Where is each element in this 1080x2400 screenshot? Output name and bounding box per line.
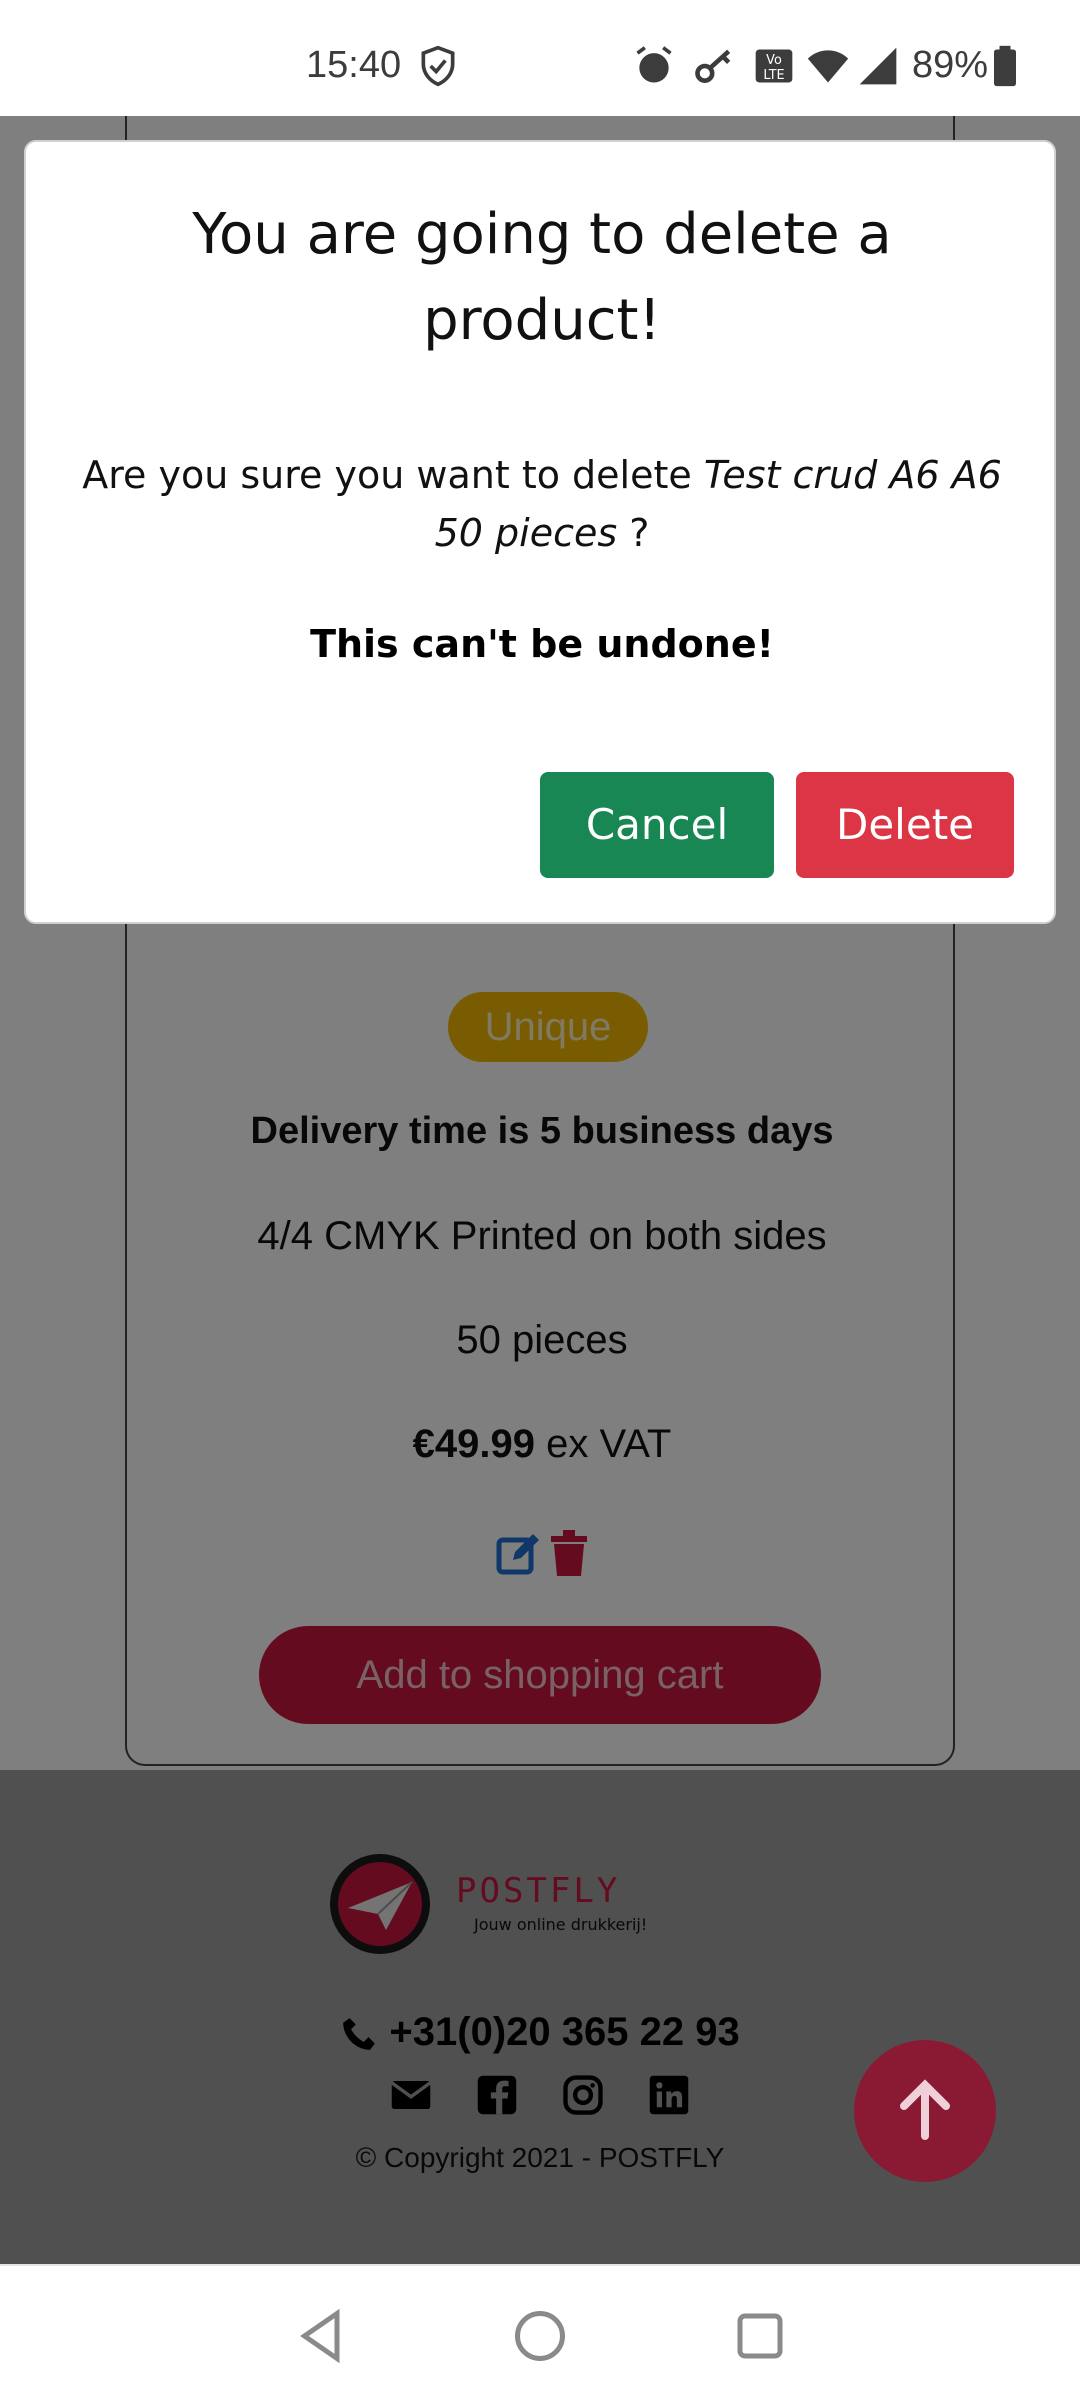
- delete-button[interactable]: Delete: [796, 772, 1014, 878]
- modal-body: Are you sure you want to delete Test cru…: [56, 446, 1028, 562]
- recents-icon[interactable]: [730, 2306, 790, 2366]
- svg-text:LTE: LTE: [763, 68, 784, 83]
- status-bar: 15:40 Vo LTE 89%: [0, 0, 1080, 116]
- modal-body-suffix: ?: [617, 511, 650, 555]
- modal-warning: This can't be undone!: [310, 622, 774, 666]
- battery-percent: 89%: [912, 44, 989, 86]
- key-icon: [692, 44, 736, 88]
- system-nav-bar: [0, 2264, 1080, 2400]
- svg-text:Vo: Vo: [766, 53, 782, 68]
- shield-check-icon: [416, 44, 460, 88]
- cancel-button[interactable]: Cancel: [540, 772, 774, 878]
- delete-confirm-modal: You are going to delete a product! Are y…: [24, 140, 1056, 924]
- modal-body-prefix: Are you sure you want to delete: [82, 453, 704, 497]
- modal-title: You are going to delete a product!: [192, 202, 892, 353]
- status-time: 15:40: [306, 44, 402, 86]
- arrow-up-icon: [900, 2079, 950, 2140]
- home-icon[interactable]: [510, 2306, 570, 2366]
- back-icon[interactable]: [292, 2306, 352, 2366]
- alarm-icon: [632, 44, 676, 88]
- battery-icon: [990, 44, 1020, 88]
- volte-icon: Vo LTE: [752, 44, 796, 88]
- scroll-to-top-button[interactable]: [854, 2040, 996, 2182]
- wifi-icon: [806, 44, 850, 88]
- signal-icon: [856, 44, 900, 88]
